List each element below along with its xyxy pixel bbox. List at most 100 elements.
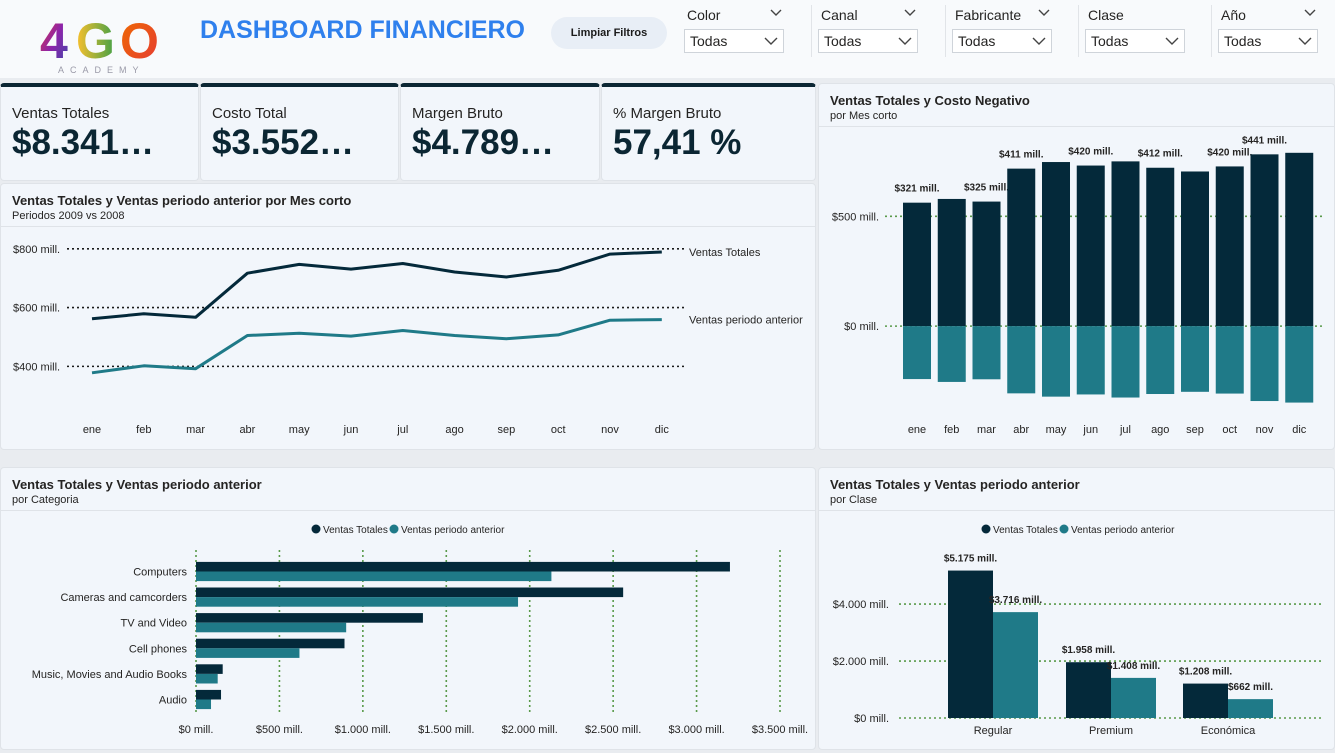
chevron-down-icon[interactable] <box>769 6 783 20</box>
bar-ventas <box>1007 168 1036 327</box>
x-tick-label: abr <box>239 424 255 436</box>
y-tick-label: Audio <box>159 695 187 707</box>
bar-ventas <box>196 664 223 674</box>
bar-anterior <box>196 622 347 633</box>
clear-filters-button[interactable]: Limpiar Filtros <box>551 17 667 49</box>
bar-ventas <box>903 202 931 327</box>
clase-chart-card[interactable]: Ventas Totales y Ventas periodo anterior… <box>818 467 1335 750</box>
chevron-down-icon <box>1032 37 1046 45</box>
x-tick-label: may <box>1046 424 1067 436</box>
kpi-costo-total[interactable]: Costo Total $3.552… <box>200 83 399 181</box>
chevron-down-icon[interactable] <box>1303 6 1317 20</box>
bar-ventas <box>1250 154 1279 327</box>
data-label: $5.175 mill. <box>944 554 998 565</box>
data-label: $412 mill. <box>1138 149 1183 160</box>
y-tick-label: $0 mill. <box>854 713 889 725</box>
legend-label: Ventas periodo anterior <box>1071 525 1175 536</box>
bar-neg-chart[interactable]: $0 mill. $500 mill. $321 mill. ene feb $325 m… <box>819 84 1334 449</box>
bar-costo <box>937 326 966 382</box>
divider <box>1078 5 1079 57</box>
bar-ventas <box>1146 167 1175 327</box>
kpi-value: $8.341… <box>12 123 155 162</box>
data-label: $1.208 mill. <box>1179 667 1233 678</box>
legend-marker <box>981 524 991 534</box>
category-chart-card[interactable]: Ventas Totales y Ventas periodo anterior… <box>0 467 816 750</box>
line-chart-card[interactable]: Ventas Totales y Ventas periodo anterior… <box>0 183 816 450</box>
data-label: $441 mill. <box>1242 135 1287 146</box>
x-tick-label: oct <box>551 424 566 436</box>
filter-dropdown[interactable]: Todas <box>818 29 918 53</box>
kpi-value: 57,41 % <box>613 123 742 162</box>
kpi-porcentaje-margen[interactable]: % Margen Bruto 57,41 % <box>601 83 816 181</box>
y-tick-label: $500 mill. <box>832 211 879 223</box>
line-chart[interactable]: $400 mill.$600 mill.$800 mill. Ventas Tot… <box>1 184 815 449</box>
data-label: $411 mill. <box>999 150 1044 161</box>
filter-canal: Canal Todas <box>811 0 921 60</box>
series-label: Ventas Totales <box>689 247 761 259</box>
bar-ventas <box>1183 683 1228 718</box>
svg-text:4: 4 <box>40 13 68 69</box>
data-label: $420 mill. <box>1207 147 1252 158</box>
y-tick-label: $800 mill. <box>13 244 60 256</box>
filter-value: Todas <box>1091 33 1129 49</box>
bar-ventas <box>196 638 345 649</box>
filter-anio: Año Todas <box>1211 0 1321 60</box>
x-tick-label: $500 mill. <box>256 724 303 736</box>
filter-label: Año <box>1221 7 1246 23</box>
kpi-label: Ventas Totales <box>12 105 110 122</box>
divider <box>945 5 946 57</box>
x-tick-label: ago <box>1151 424 1169 436</box>
filter-dropdown[interactable]: Todas <box>952 29 1052 53</box>
bar-ventas <box>937 198 966 327</box>
chevron-down-icon <box>1165 37 1179 45</box>
x-tick-label: dic <box>1292 424 1307 436</box>
bar-anterior <box>196 699 212 710</box>
bar-ventas <box>972 201 1001 327</box>
filter-dropdown[interactable]: Todas <box>1218 29 1318 53</box>
bar-neg-chart-card[interactable]: Ventas Totales y Costo Negativo por Mes … <box>818 83 1335 450</box>
x-tick-label: Económica <box>1201 725 1256 737</box>
x-tick-label: ene <box>83 424 101 436</box>
brand-logo: 4 G O ACADEMY <box>40 13 159 74</box>
filter-dropdown[interactable]: Todas <box>1085 29 1185 53</box>
series-line <box>91 250 662 321</box>
kpi-margen-bruto[interactable]: Margen Bruto $4.789… <box>400 83 600 181</box>
bar-ventas <box>948 570 993 718</box>
x-tick-label: $3.500 mill. <box>752 724 808 736</box>
filter-dropdown[interactable]: Todas <box>684 29 784 53</box>
x-tick-label: sep <box>1186 424 1204 436</box>
legend-marker <box>1059 524 1069 534</box>
x-tick-label: sep <box>498 424 516 436</box>
bar-costo <box>1215 326 1244 394</box>
chevron-down-icon <box>1298 37 1312 45</box>
kpi-ventas-totales[interactable]: Ventas Totales $8.341… <box>0 83 199 181</box>
bar-ventas <box>1181 171 1209 327</box>
kpi-label: Margen Bruto <box>412 105 503 122</box>
bar-ventas <box>196 613 423 623</box>
filter-color: Color Todas <box>684 0 787 60</box>
bar-anterior <box>196 571 552 582</box>
chevron-down-icon[interactable] <box>1037 6 1051 20</box>
data-label: $420 mill. <box>1068 147 1113 158</box>
x-tick-label: ago <box>445 424 463 436</box>
filter-fabricante: Fabricante Todas <box>945 0 1055 60</box>
x-tick-label: feb <box>136 424 151 436</box>
y-tick-label: Cell phones <box>129 643 188 655</box>
x-tick-label: jun <box>343 424 359 436</box>
clase-chart[interactable]: Ventas Totales Ventas periodo anterior $0 … <box>819 468 1334 749</box>
data-label: $325 mill. <box>964 183 1009 194</box>
chevron-down-icon[interactable] <box>903 6 917 20</box>
bar-ventas <box>1285 152 1314 327</box>
kpi-value: $4.789… <box>412 123 555 162</box>
category-chart[interactable]: Ventas Totales Ventas periodo anterior $0 … <box>1 468 815 749</box>
bar-anterior <box>1228 699 1273 718</box>
legend-label: Ventas Totales <box>323 525 388 536</box>
y-tick-label: Cameras and camcorders <box>60 592 187 604</box>
filter-label: Clase <box>1088 7 1124 23</box>
x-tick-label: mar <box>186 424 205 436</box>
filter-clase: Clase Todas <box>1078 0 1188 60</box>
series-line <box>91 318 662 375</box>
top-bar: 4 G O ACADEMY DASHBOARD FINANCIERO Limpi… <box>0 0 1335 78</box>
x-tick-label: ene <box>908 424 926 436</box>
x-tick-label: $3.000 mill. <box>668 724 724 736</box>
